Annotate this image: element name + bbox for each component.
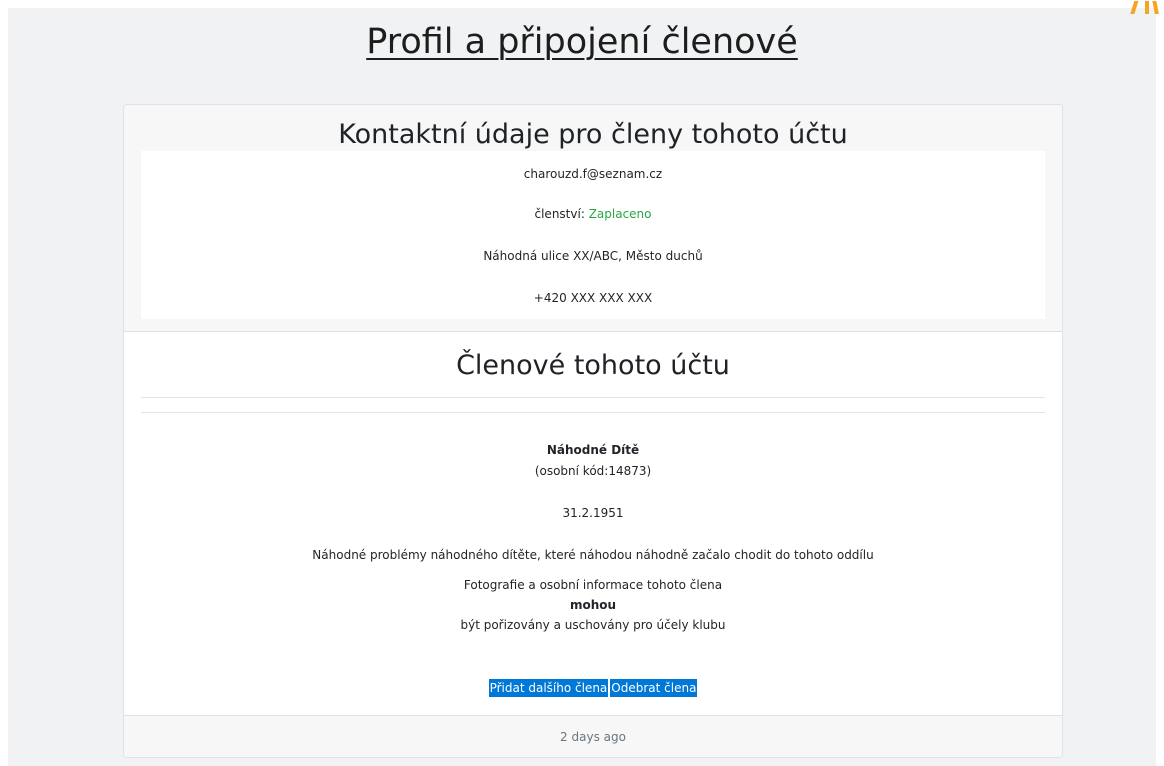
membership-label: členství: bbox=[534, 207, 585, 221]
page-title: Profil a připojení členové bbox=[366, 22, 798, 62]
photo-consent-value: mohou bbox=[569, 598, 617, 612]
member-birthdate: 31.2.1951 bbox=[562, 506, 624, 520]
divider bbox=[141, 397, 1045, 398]
add-member-button[interactable]: Přidat dalšího člena bbox=[488, 679, 609, 697]
corner-decoration-icon bbox=[1094, 0, 1164, 14]
contact-section: Kontaktní údaje pro členy tohoto účtu ch… bbox=[124, 105, 1062, 332]
membership-status: Zaplaceno bbox=[588, 207, 652, 221]
contact-email: charouzd.f@seznam.cz bbox=[523, 167, 663, 181]
last-updated-timestamp: 2 days ago bbox=[560, 730, 626, 744]
member-name: Náhodné Dítě bbox=[546, 443, 640, 457]
member-actions: Přidat dalšího člena Odebrat člena bbox=[124, 679, 1062, 697]
member-code: (osobní kód:14873) bbox=[534, 464, 652, 478]
contact-details: charouzd.f@seznam.cz členství: Zaplaceno… bbox=[141, 151, 1045, 319]
profile-card: Kontaktní údaje pro členy tohoto účtu ch… bbox=[123, 104, 1063, 758]
photo-consent-prefix: Fotografie a osobní informace tohoto čle… bbox=[463, 578, 723, 592]
member-notes: Náhodné problémy náhodného dítěte, které… bbox=[312, 548, 874, 562]
card-footer: 2 days ago bbox=[124, 715, 1062, 757]
contact-address: Náhodná ulice XX/ABC, Město duchů bbox=[483, 249, 703, 263]
contact-phone: +420 XXX XXX XXX bbox=[533, 291, 653, 305]
contact-title: Kontaktní údaje pro členy tohoto účtu bbox=[338, 119, 848, 150]
members-title: Členové tohoto účtu bbox=[456, 350, 730, 381]
divider bbox=[141, 412, 1045, 413]
remove-member-button[interactable]: Odebrat člena bbox=[610, 679, 698, 697]
photo-consent-suffix: být pořizovány a uschovány pro účely klu… bbox=[460, 618, 726, 632]
membership-line: členství: Zaplaceno bbox=[141, 207, 1045, 221]
